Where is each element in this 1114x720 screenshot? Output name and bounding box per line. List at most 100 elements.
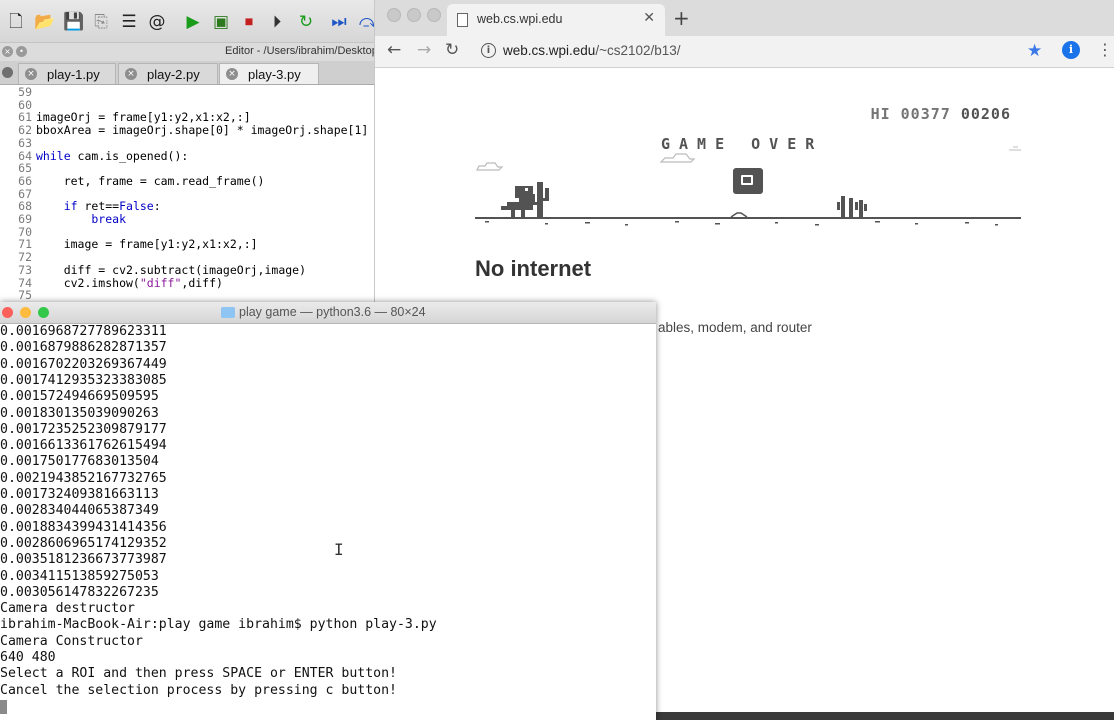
code-line: 71 image = frame[y1:y2,x1:x2,:] [0,237,258,252]
code-line: 66 ret, frame = cam.read_frame() [0,175,264,188]
code-text: cv2.imshow( [36,275,140,290]
code-text: cam.is_opened(): [70,148,189,163]
maximize-window-button[interactable] [427,8,441,22]
editor-tab-bar: × play-1.py × play-2.py × play-3.py [0,61,374,85]
code-area[interactable]: 59 60 61 imageOrj = frame[y1:y2,x1:x2,:] 62 b… [0,86,374,305]
terminal-line: Select a ROI and then press SPACE or ENT… [0,666,397,682]
open-folder-icon[interactable]: 📂 [34,12,55,32]
ground-pebbles [485,221,998,226]
cactus-icon [531,182,549,218]
options-icon[interactable]: • [16,46,27,57]
close-tab-icon[interactable]: × [125,68,137,80]
terminal-line: 0.001830135039090263 [0,405,159,421]
new-file-icon[interactable]: 🗋 [6,12,26,32]
run-file-icon[interactable]: ▣ [211,12,231,32]
text-cursor-icon: I [334,540,344,559]
maximize-window-button[interactable] [38,307,49,318]
close-tab-icon[interactable]: × [226,68,238,80]
close-tab-icon[interactable]: ✕ [643,10,655,26]
save-all-icon[interactable]: ⎘ [91,12,111,32]
tab-play-3[interactable]: × play-3.py [219,63,319,84]
page-icon [457,13,468,27]
terminal-line: 0.001572494669509595 [0,389,159,405]
code-line: 63 [0,137,36,150]
info-icon[interactable]: i [481,43,496,58]
url-text: web.cs.wpi.edu/~cs2102/b13/ [503,43,681,58]
close-icon[interactable]: × [2,46,13,57]
close-tab-icon[interactable]: × [25,68,37,80]
line-number: 59 [18,85,32,99]
terminal-line: Camera destructor [0,601,135,617]
back-arrow-icon[interactable]: ← [387,40,401,60]
reload-icon[interactable]: ↻ [445,40,459,60]
no-internet-heading: No internet [475,256,592,281]
line-number: 73 [18,262,32,277]
at-sign-icon[interactable]: @ [147,12,167,32]
list-icon[interactable]: ☰ [119,12,139,32]
code-text: ret, frame = cam.read_frame() [36,173,265,188]
panel-icon[interactable] [2,67,13,78]
code-keyword: while [36,148,71,163]
code-line: 59 [0,86,36,99]
terminal-title: play game — python3.6 — 80×24 [239,305,426,319]
terminal-line: 0.0018834399431414356 [0,519,167,535]
editor-window: 🗋 📂 💾 ⎘ ☰ @ ▶ ▣ ⏹ ⏵ ↻ ⏭ ⤼ × • Editor - /… [0,0,374,305]
terminal-line: 0.0016613361762615494 [0,438,167,454]
terminal-window: play game — python3.6 — 80×24 0.00169687… [0,302,656,720]
cloud-icon [1009,146,1021,151]
editor-title: Editor - /Users/ibrahim/Desktop/c [225,45,374,57]
terminal-line: 0.0017412935323383085 [0,372,167,388]
terminal-line: 0.002834044065387349 [0,503,159,519]
terminal-line: Cancel the selection process by pressing… [0,682,397,698]
forward-arrow-icon[interactable]: → [417,40,431,60]
stop-icon[interactable]: ⏹ [239,12,259,32]
code-text: image = frame[y1:y2,x1:x2,:] [36,237,258,252]
editor-title-bar: × • Editor - /Users/ibrahim/Desktop/c [0,42,374,62]
dinosaur-icon [501,186,535,218]
close-window-button[interactable] [387,8,401,22]
tab-label: play-2.py [147,67,200,82]
terminal-output[interactable]: 0.0016968727789623311 0.00168798862828713… [0,324,656,720]
dino-game-canvas[interactable]: HI 00377 00206 GAME OVER [475,100,1021,230]
line-number: 75 [18,288,32,303]
minimize-window-button[interactable] [407,8,421,22]
bookmark-star-icon[interactable]: ★ [1027,41,1042,61]
cloud-icon [659,153,696,163]
tab-play-1[interactable]: × play-1.py [18,63,116,84]
browser-tab-strip: web.cs.wpi.edu ✕ + [375,0,1114,36]
debug-icon[interactable]: ⏵ [267,12,287,32]
terminal-line: 0.001732409381663113 [0,487,159,502]
code-text: : [153,199,161,214]
step-icon[interactable]: ⏭ [329,12,349,32]
minimize-window-button[interactable] [20,307,31,318]
ground-line [475,217,1021,219]
line-number: 65 [18,161,32,176]
code-line: 75 [0,289,36,302]
restart-icon[interactable]: ↻ [296,12,316,32]
folder-icon [221,307,235,318]
browser-tab[interactable]: web.cs.wpi.edu ✕ [447,4,665,36]
troubleshoot-tip: ables, modem, and router [658,320,812,335]
line-number: 72 [18,250,32,265]
line-number: 63 [18,135,32,150]
code-line: 65 [0,162,36,175]
terminal-line: Camera Constructor [0,633,143,649]
new-tab-button[interactable]: + [673,6,690,30]
code-line: 74 cv2.imshow("diff",diff) [0,275,223,290]
code-line: 72 [0,251,36,264]
cactus-icon [837,196,867,218]
run-icon[interactable]: ▶ [183,12,203,32]
address-bar[interactable]: i web.cs.wpi.edu/~cs2102/b13/ [475,38,1055,65]
step-over-icon[interactable]: ⤼ [358,12,374,32]
menu-dots-icon[interactable]: ⋮ [1097,40,1113,59]
terminal-line: 0.0028606965174129352 [0,535,167,551]
line-number: 66 [18,173,32,188]
terminal-line: 0.001750177683013504 [0,454,159,470]
close-window-button[interactable] [2,307,13,318]
tab-label: play-3.py [248,67,301,82]
tab-play-2[interactable]: × play-2.py [118,63,218,84]
extension-icon[interactable]: i [1062,41,1080,59]
save-icon[interactable]: 💾 [63,12,84,32]
terminal-line: 0.0035181236673773987 [0,552,167,568]
code-keyword: break [36,212,127,226]
